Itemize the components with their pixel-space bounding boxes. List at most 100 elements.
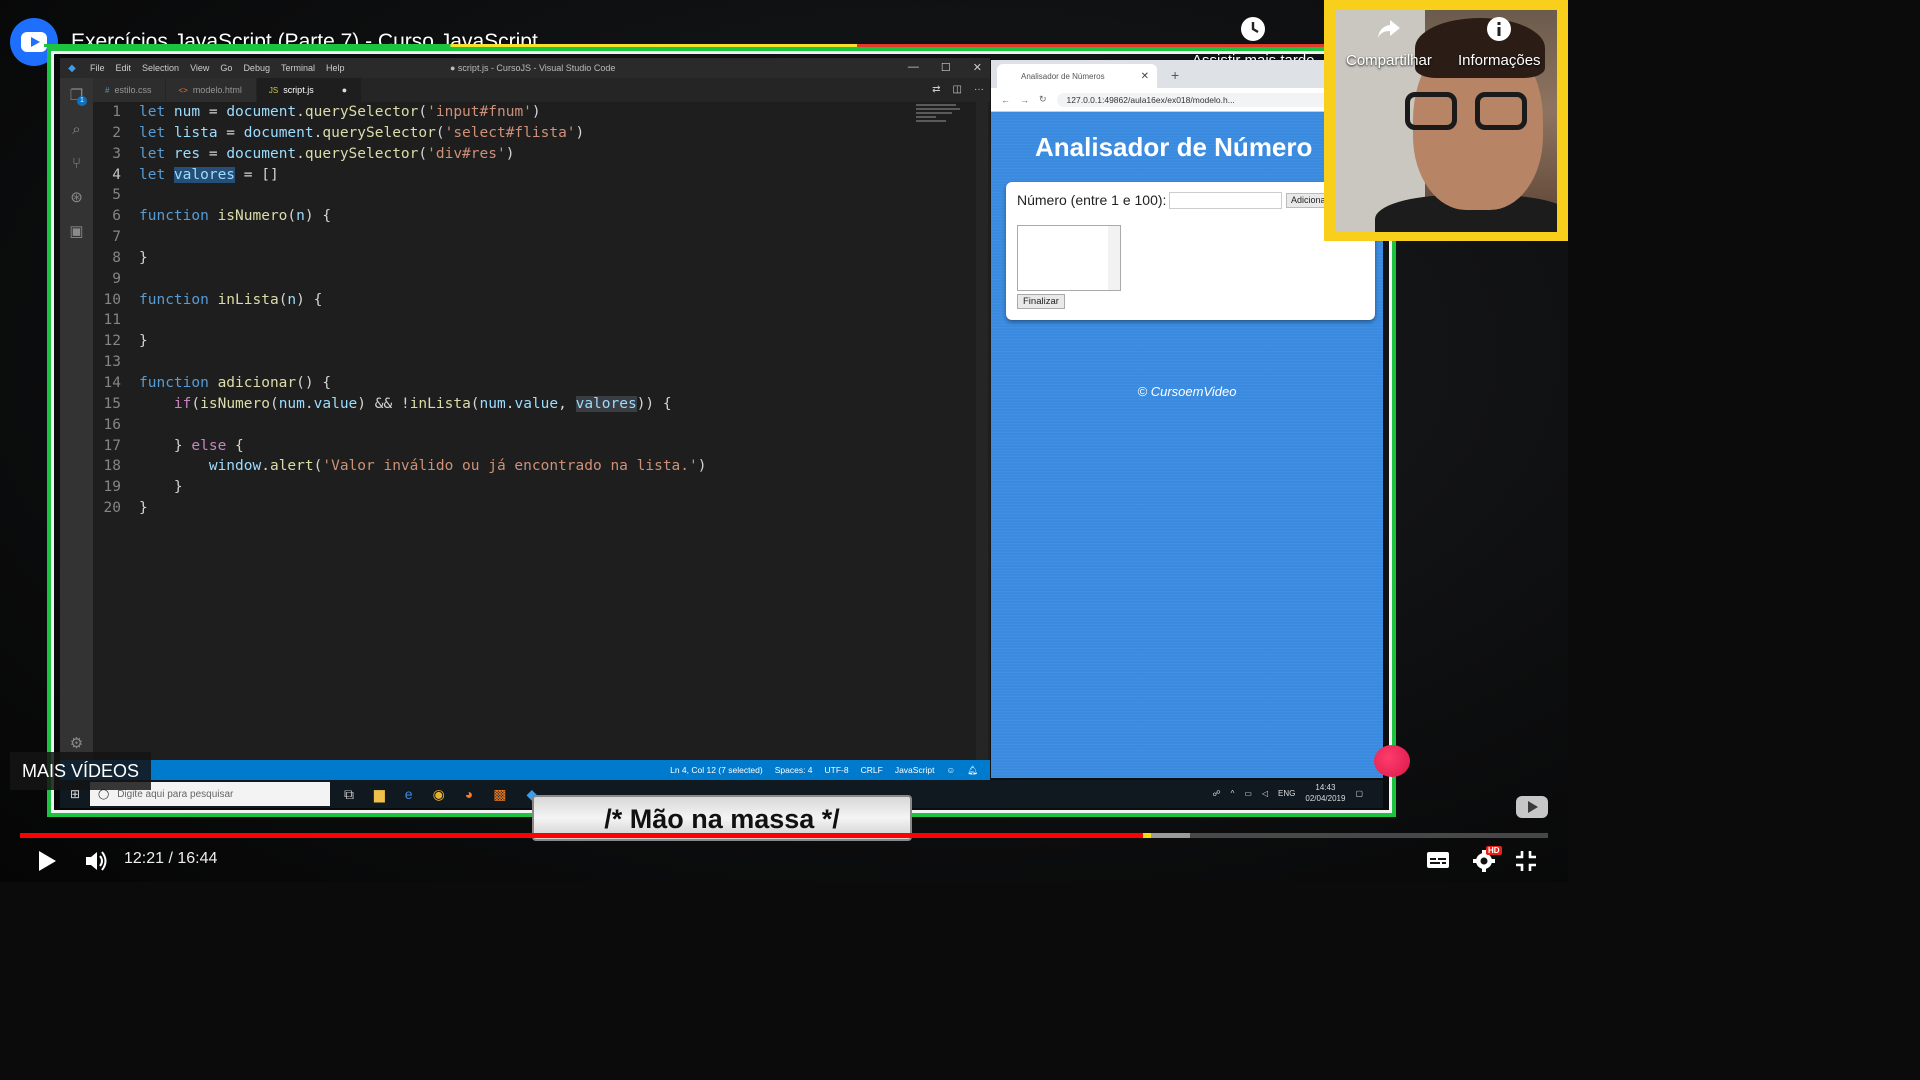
time-display: 12:21 / 16:44 bbox=[124, 850, 218, 867]
highlighted-occurrence: valores bbox=[575, 395, 637, 412]
code-line: 4 let valores = [] bbox=[93, 165, 974, 186]
code-text: } bbox=[139, 479, 183, 496]
more-actions-icon[interactable]: ··· bbox=[974, 84, 984, 95]
volume-icon[interactable] bbox=[84, 849, 110, 873]
line-number: 17 bbox=[103, 437, 121, 454]
line-number: 15 bbox=[103, 395, 121, 412]
code-editor[interactable]: 1 let num = document.querySelector('input… bbox=[93, 102, 974, 760]
line-number: 14 bbox=[103, 374, 121, 391]
code-line: 6 function isNumero(n) { bbox=[93, 206, 974, 227]
address-bar[interactable]: 127.0.0.1:49862/aula16ex/ex018/modelo.h.… bbox=[1056, 92, 1343, 107]
tab-estilo-css[interactable]: # estilo.css bbox=[93, 78, 167, 102]
tab-label: modelo.html bbox=[192, 85, 242, 95]
smiley-feedback-icon[interactable]: ☺ bbox=[947, 765, 956, 775]
line-number: 12 bbox=[103, 333, 121, 350]
info-button[interactable]: Informações bbox=[1458, 16, 1541, 69]
task-view-icon[interactable]: ⧉ bbox=[344, 786, 354, 803]
status-eol[interactable]: CRLF bbox=[861, 765, 883, 775]
form-card: Número (entre 1 e 100): Adicionar Finali… bbox=[1006, 182, 1375, 320]
menu-edit[interactable]: Edit bbox=[116, 63, 132, 73]
status-bar: Ln 4, Col 12 (7 selected) Spaces: 4 UTF-… bbox=[60, 760, 990, 780]
number-input[interactable] bbox=[1169, 192, 1282, 209]
status-cursor-position[interactable]: Ln 4, Col 12 (7 selected) bbox=[670, 765, 763, 775]
notifications-icon[interactable]: ▢ bbox=[1355, 789, 1363, 798]
minimap[interactable] bbox=[916, 104, 964, 134]
exit-fullscreen-icon[interactable] bbox=[1515, 850, 1537, 872]
code-line: 8} bbox=[93, 248, 974, 269]
youtube-watermark-icon[interactable] bbox=[1516, 796, 1548, 818]
finish-button[interactable]: Finalizar bbox=[1017, 294, 1065, 309]
volume-icon[interactable]: ◁ bbox=[1262, 789, 1268, 798]
line-number: 1 bbox=[112, 104, 121, 120]
values-listbox[interactable] bbox=[1017, 225, 1121, 291]
open-changes-icon[interactable]: ⇄ bbox=[932, 84, 940, 95]
code-text: window.alert('Valor inválido ou já encon… bbox=[208, 458, 707, 475]
menu-selection[interactable]: Selection bbox=[142, 63, 179, 73]
file-explorer-icon[interactable]: ▆ bbox=[374, 786, 385, 803]
menu-view[interactable]: View bbox=[190, 63, 209, 73]
close-icon[interactable]: ✕ bbox=[973, 61, 982, 74]
new-tab-icon[interactable]: + bbox=[1171, 67, 1179, 83]
explorer-icon[interactable]: ❐ 1 bbox=[60, 78, 93, 112]
taskbar-search-placeholder: Digite aqui para pesquisar bbox=[117, 788, 234, 800]
code-line: 16 bbox=[93, 415, 974, 436]
menu-help[interactable]: Help bbox=[326, 63, 345, 73]
js-file-icon: JS bbox=[268, 85, 279, 95]
status-language[interactable]: JavaScript bbox=[895, 765, 935, 775]
edge-icon[interactable]: e bbox=[405, 786, 413, 803]
code-line: 19 } bbox=[93, 477, 974, 498]
code-line: 2 let lista = document.querySelector('sel… bbox=[93, 123, 974, 144]
search-icon[interactable]: ⌕ bbox=[60, 112, 93, 146]
status-indentation[interactable]: Spaces: 4 bbox=[775, 765, 813, 775]
people-icon[interactable]: ☍ bbox=[1212, 789, 1220, 798]
source-control-icon[interactable]: ⑂ bbox=[60, 146, 93, 180]
code-text: function isNumero(n) { bbox=[139, 208, 332, 225]
extensions-icon[interactable]: ▣ bbox=[60, 214, 93, 248]
code-line: 12} bbox=[93, 331, 974, 352]
firefox-icon[interactable]: ◕ bbox=[465, 786, 473, 803]
more-videos-button[interactable]: MAIS VÍDEOS bbox=[10, 752, 152, 790]
line-number: 9 bbox=[112, 270, 121, 287]
tray-chevron-icon[interactable]: ^ bbox=[1231, 789, 1235, 798]
debug-icon[interactable]: ⊛ bbox=[60, 180, 93, 214]
video-frame[interactable]: Exercícios JavaScript (Parte 7) - Curso … bbox=[0, 0, 1568, 882]
play-icon[interactable] bbox=[36, 849, 58, 873]
menu-file[interactable]: File bbox=[90, 63, 105, 73]
hd-badge: HD bbox=[1486, 846, 1502, 855]
forward-icon[interactable]: → bbox=[1020, 95, 1029, 105]
line-number: 19 bbox=[103, 479, 121, 496]
line-number: 2 bbox=[112, 124, 121, 141]
line-number: 16 bbox=[103, 416, 121, 433]
status-encoding[interactable]: UTF-8 bbox=[825, 765, 849, 775]
unsaved-dot-icon[interactable]: ● bbox=[342, 85, 347, 95]
css-file-icon: # bbox=[105, 85, 110, 95]
share-icon bbox=[1377, 20, 1400, 38]
gear-icon[interactable]: ⚙ bbox=[60, 734, 93, 752]
selected-text: valores bbox=[173, 166, 236, 183]
chrome-icon[interactable]: ◉ bbox=[433, 786, 445, 803]
browser-tab[interactable]: Analisador de Números ✕ bbox=[997, 64, 1157, 88]
network-icon[interactable]: ▭ bbox=[1244, 789, 1252, 798]
progress-bar[interactable] bbox=[20, 833, 1548, 838]
split-editor-icon[interactable]: ◫ bbox=[953, 84, 962, 95]
close-tab-icon[interactable]: ✕ bbox=[1141, 71, 1149, 82]
reload-icon[interactable]: ↻ bbox=[1039, 94, 1047, 105]
tab-modelo-html[interactable]: <> modelo.html bbox=[166, 78, 257, 102]
line-number: 20 bbox=[103, 500, 121, 517]
chapter-marker[interactable] bbox=[1143, 833, 1151, 838]
bell-icon[interactable]: 🔔︎ bbox=[967, 765, 978, 776]
menu-debug[interactable]: Debug bbox=[243, 63, 270, 73]
share-button[interactable]: Compartilhar bbox=[1346, 16, 1432, 69]
tab-script-js[interactable]: JS script.js ● bbox=[256, 78, 363, 102]
code-text: function adicionar() { bbox=[139, 374, 332, 391]
maximize-icon[interactable]: ☐ bbox=[941, 61, 951, 74]
xampp-icon[interactable]: ▩ bbox=[493, 786, 506, 803]
menu-go[interactable]: Go bbox=[220, 63, 232, 73]
menu-terminal[interactable]: Terminal bbox=[281, 63, 315, 73]
minimize-icon[interactable]: — bbox=[908, 61, 919, 74]
editor-scrollbar[interactable] bbox=[976, 102, 988, 760]
language-indicator[interactable]: ENG bbox=[1278, 789, 1295, 798]
taskbar-clock[interactable]: 14:43 02/04/2019 bbox=[1305, 782, 1345, 804]
subtitles-icon[interactable] bbox=[1426, 850, 1450, 870]
back-icon[interactable]: ← bbox=[1001, 95, 1010, 105]
